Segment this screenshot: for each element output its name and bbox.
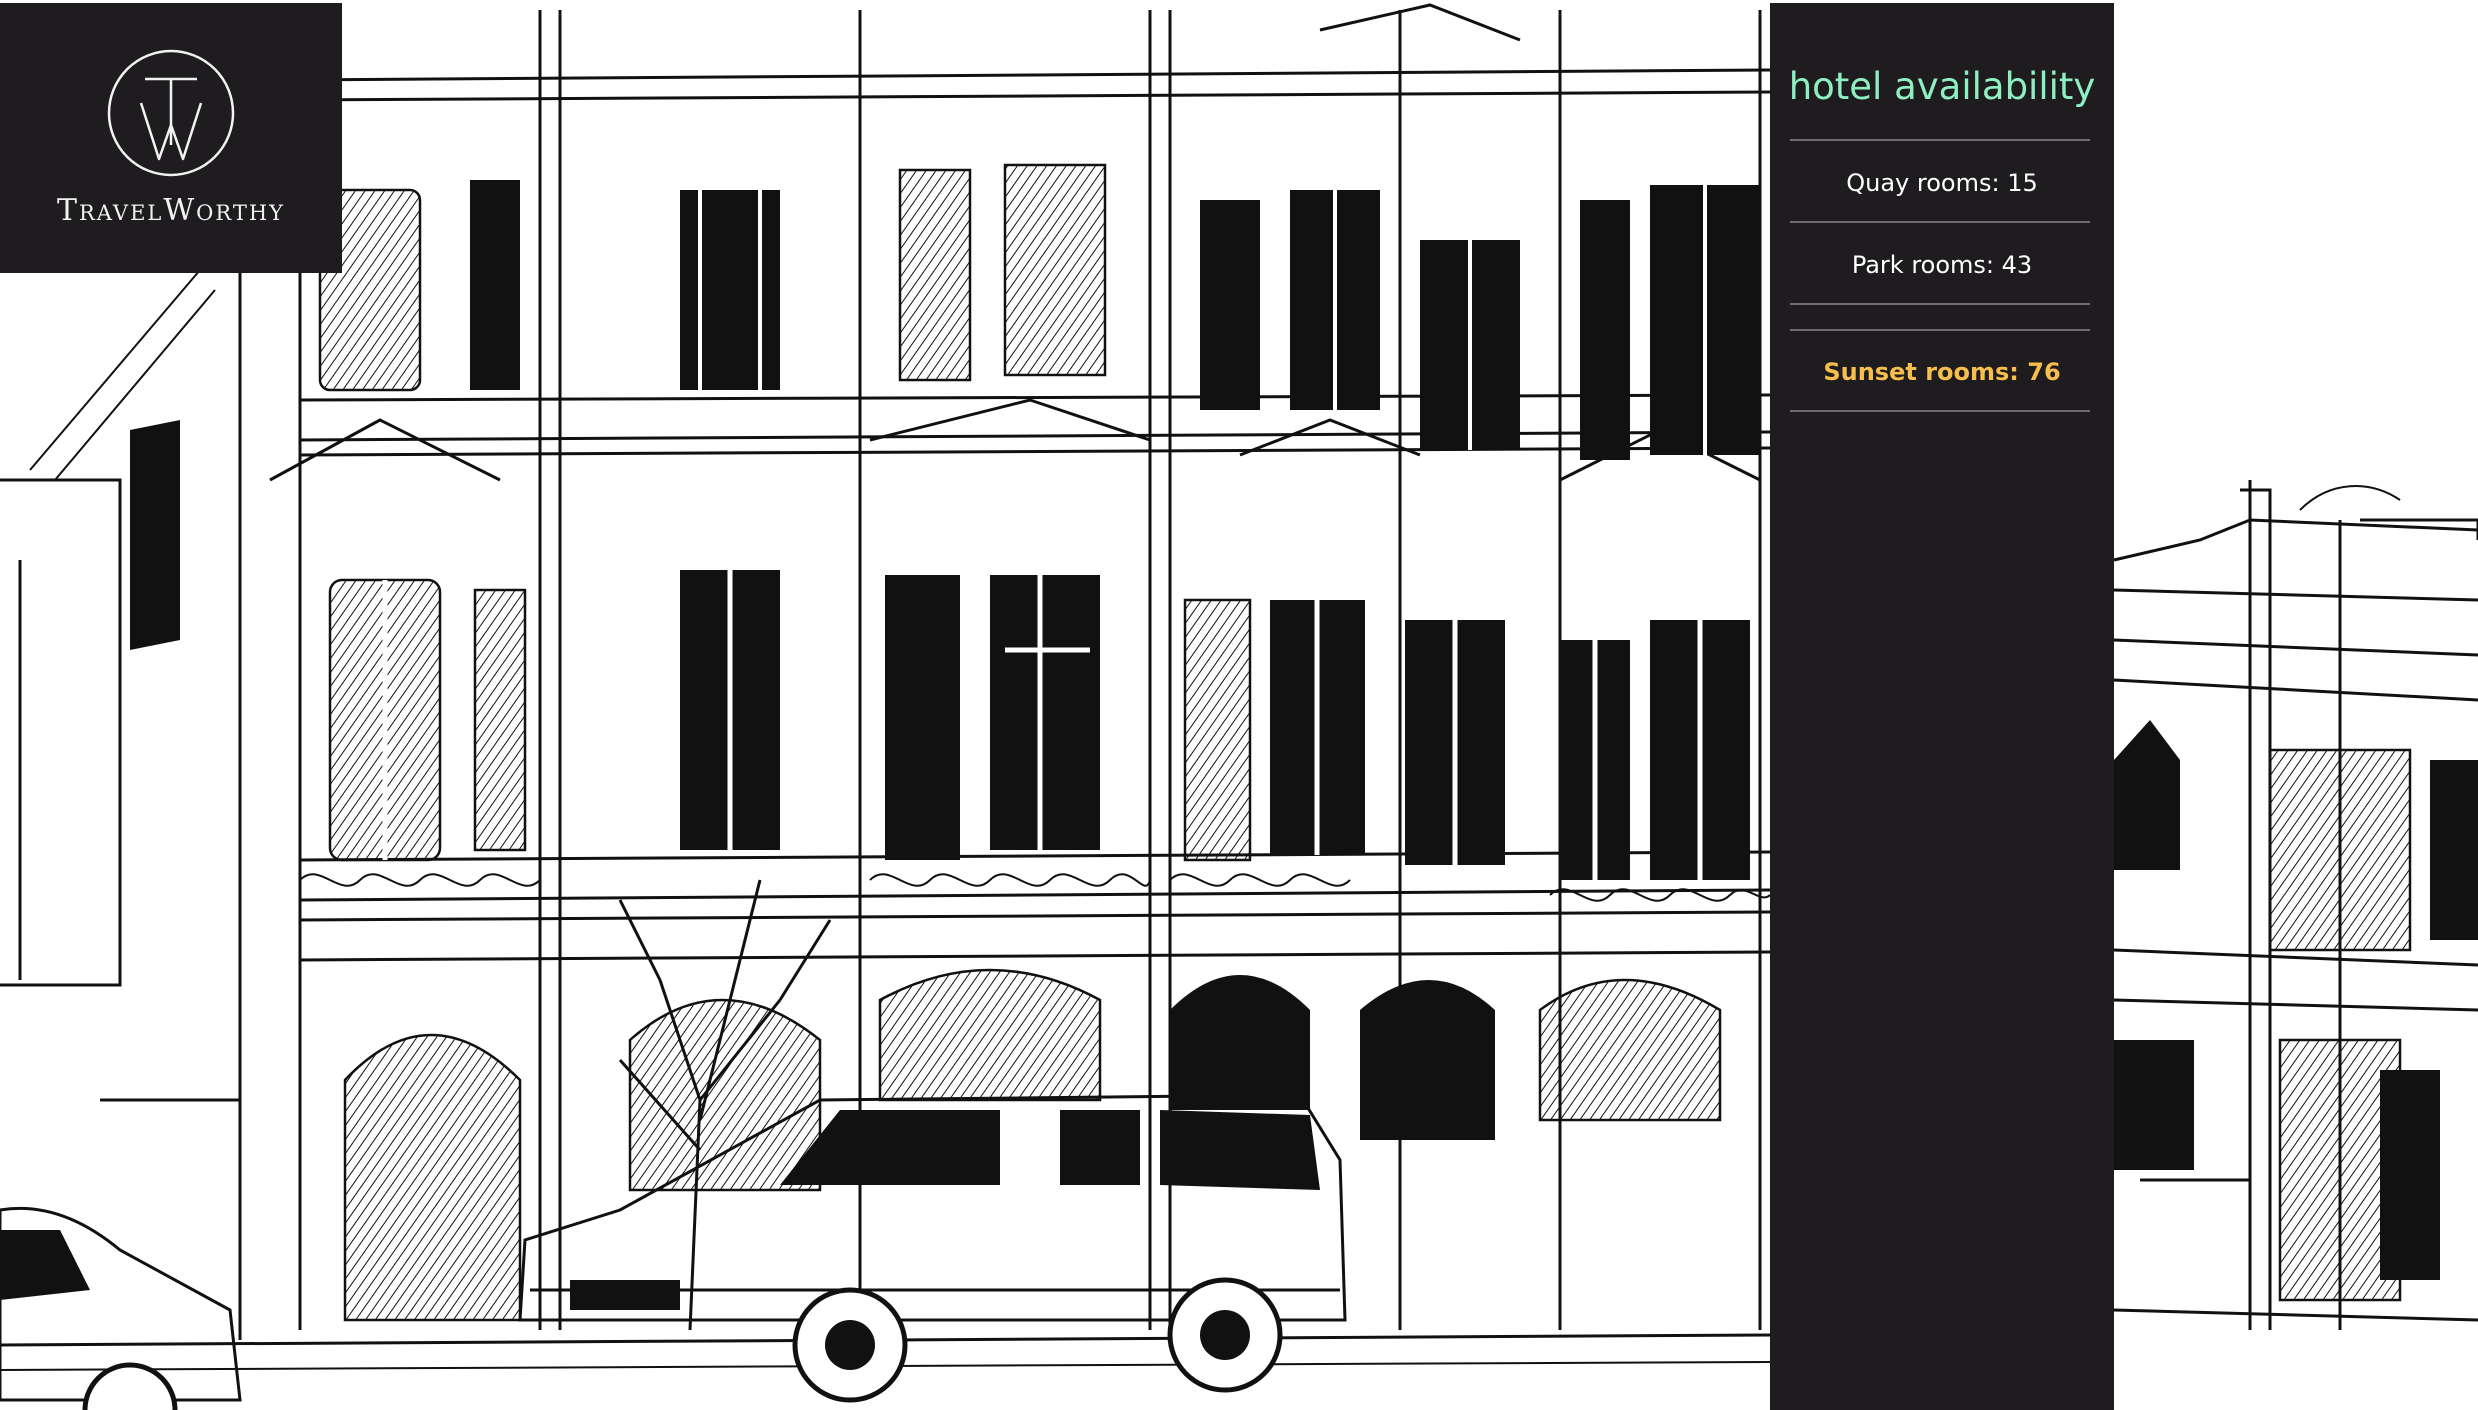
room-item-sunset[interactable]: Sunset rooms: 76 — [1770, 358, 2114, 386]
divider — [1790, 139, 2090, 141]
availability-panel: hotel availability Quay rooms: 15 Park r… — [1770, 3, 2114, 1410]
brand-logo[interactable]: TravelWorthy — [0, 3, 342, 273]
divider — [1790, 410, 2090, 412]
brand-name: TravelWorthy — [56, 193, 286, 228]
travelworthy-monogram-icon — [107, 49, 235, 177]
divider — [1790, 329, 2090, 331]
room-item-park[interactable]: Park rooms: 43 — [1770, 251, 2114, 279]
room-item-quay[interactable]: Quay rooms: 15 — [1770, 169, 2114, 197]
divider — [1790, 221, 2090, 223]
page: TravelWorthy hotel availability Quay roo… — [0, 0, 2478, 1410]
panel-title: hotel availability — [1788, 65, 2096, 108]
divider — [1790, 303, 2090, 305]
